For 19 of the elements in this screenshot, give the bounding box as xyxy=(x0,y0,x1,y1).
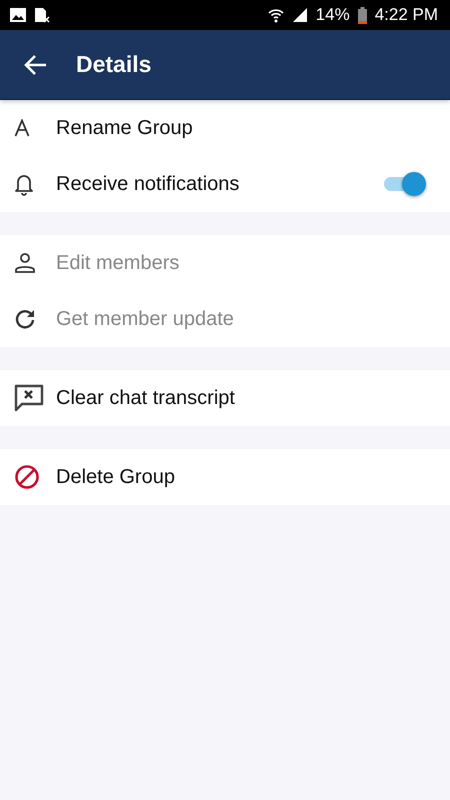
menu-item[interactable]: Delete Group xyxy=(0,449,450,505)
bell-icon xyxy=(14,172,34,196)
notification-toggle[interactable] xyxy=(382,172,426,196)
sim-card-icon xyxy=(34,7,50,23)
screen-title: Details xyxy=(76,51,152,78)
refresh-icon xyxy=(14,308,36,330)
clock: 4:22 PM xyxy=(374,5,438,25)
menu-item[interactable]: Receive notifications xyxy=(0,156,450,212)
prohibited-icon xyxy=(14,464,40,490)
chat-clear-icon xyxy=(14,384,44,412)
battery-percent: 14% xyxy=(316,5,350,25)
image-icon xyxy=(10,8,26,22)
battery-icon xyxy=(358,6,367,24)
wifi-icon xyxy=(268,7,284,23)
person-icon xyxy=(14,252,36,274)
signal-icon xyxy=(292,7,308,23)
text-icon xyxy=(14,119,30,137)
menu-item[interactable]: Clear chat transcript xyxy=(0,370,450,426)
menu-item[interactable]: Rename Group xyxy=(0,100,450,156)
